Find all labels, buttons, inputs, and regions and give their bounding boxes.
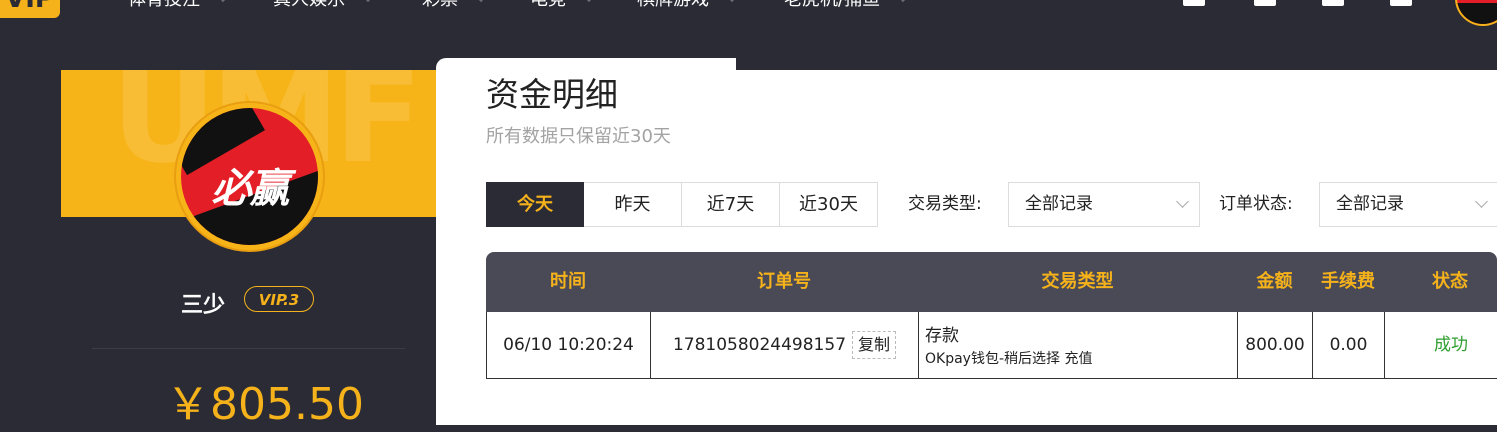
- chevron-down-icon: [360, 0, 376, 3]
- chevron-down-icon: [215, 0, 231, 3]
- chevron-down-icon: [1176, 195, 1189, 208]
- nav-card-games[interactable]: 棋牌游戏: [637, 0, 740, 12]
- vip-badge: VIP.3: [244, 286, 314, 312]
- page-subtitle: 所有数据只保留近30天: [486, 126, 671, 147]
- nav-live-casino[interactable]: 真人娱乐: [273, 0, 376, 12]
- tab-today[interactable]: 今天: [486, 182, 584, 227]
- chevron-down-icon: [896, 0, 911, 3]
- date-range-tabs: 今天 昨天 近7天 近30天: [486, 182, 878, 227]
- mail-icon[interactable]: [1390, 0, 1412, 6]
- col-amount: 金额: [1256, 271, 1293, 292]
- col-order-no: 订单号: [757, 271, 811, 292]
- nav-label: 体育投注: [128, 0, 200, 10]
- order-status-label: 订单状态:: [1219, 194, 1293, 214]
- col-time: 时间: [550, 271, 586, 292]
- cell-status: 成功: [1434, 335, 1468, 355]
- nav-sports[interactable]: 体育投注: [128, 0, 231, 12]
- cell-order-no: 1781058024498157 复制: [651, 312, 919, 378]
- wallet-icon[interactable]: [1322, 0, 1344, 6]
- fund-details-panel: 资金明细 所有数据只保留近30天 今天 昨天 近7天 近30天 交易类型: 全部…: [436, 70, 1497, 425]
- transactions-table: 时间 订单号 交易类型 金额 手续费 状态 06/10 10:20:24 178…: [486, 252, 1497, 379]
- nav-label: 棋牌游戏: [637, 0, 709, 10]
- nav-label: 电竞: [530, 0, 566, 10]
- order-status-select[interactable]: 全部记录: [1319, 182, 1497, 227]
- chevron-down-icon: [1475, 195, 1488, 208]
- gift-icon[interactable]: [1183, 0, 1205, 6]
- divider: [92, 348, 405, 349]
- balance-amount: ￥805.50: [166, 379, 364, 430]
- nav-label: 老虎机/捕鱼: [784, 0, 880, 10]
- site-logo[interactable]: VIP: [0, 0, 60, 18]
- bag-icon[interactable]: [1254, 0, 1276, 6]
- nav-slots-fishing[interactable]: 老虎机/捕鱼: [784, 0, 911, 12]
- type-detail: OKpay钱包-稍后选择 充值: [925, 351, 1093, 367]
- cell-type: 存款 OKpay钱包-稍后选择 充值: [919, 312, 1238, 378]
- type-main: 存款: [925, 326, 959, 346]
- chevron-down-icon: [473, 0, 489, 3]
- cell-fee: 0.00: [1313, 312, 1385, 378]
- nav-label: 真人娱乐: [273, 0, 345, 10]
- nav-esports[interactable]: 电竞: [530, 0, 597, 12]
- profile-avatar: 必赢: [176, 103, 323, 250]
- col-status: 状态: [1432, 271, 1468, 292]
- user-avatar[interactable]: [1455, 0, 1497, 26]
- tab-last-30-days[interactable]: 近30天: [780, 182, 878, 227]
- col-fee: 手续费: [1321, 271, 1375, 292]
- nav-label: 彩票: [422, 0, 458, 10]
- username: 三少: [181, 293, 226, 318]
- avatar-brand-logo: 必赢: [211, 166, 290, 212]
- table-row: 06/10 10:20:24 1781058024498157 复制 存款 OKp…: [486, 312, 1497, 379]
- page-title: 资金明细: [486, 75, 618, 114]
- transaction-type-label: 交易类型:: [908, 194, 982, 214]
- tab-last-7-days[interactable]: 近7天: [682, 182, 780, 227]
- cell-amount: 800.00: [1238, 312, 1313, 378]
- col-type: 交易类型: [1041, 271, 1114, 292]
- copy-button[interactable]: 复制: [852, 331, 897, 359]
- user-sidebar: UMF 必赢 三少 VIP.3 ￥805.50: [61, 70, 436, 430]
- table-header: 时间 订单号 交易类型 金额 手续费 状态: [486, 252, 1497, 312]
- tab-yesterday[interactable]: 昨天: [584, 182, 682, 227]
- transaction-type-select[interactable]: 全部记录: [1008, 182, 1200, 227]
- select-value: 全部记录: [1336, 194, 1404, 214]
- top-nav-bar: VIP 体育投注 真人娱乐 彩票 电竞 棋牌游戏 老虎机/捕鱼: [0, 0, 1497, 70]
- nav-lottery[interactable]: 彩票: [422, 0, 489, 12]
- chevron-down-icon: [581, 0, 597, 3]
- order-number: 1781058024498157: [672, 335, 847, 355]
- select-value: 全部记录: [1025, 194, 1093, 214]
- cell-time: 06/10 10:20:24: [487, 312, 651, 378]
- chevron-down-icon: [724, 0, 740, 3]
